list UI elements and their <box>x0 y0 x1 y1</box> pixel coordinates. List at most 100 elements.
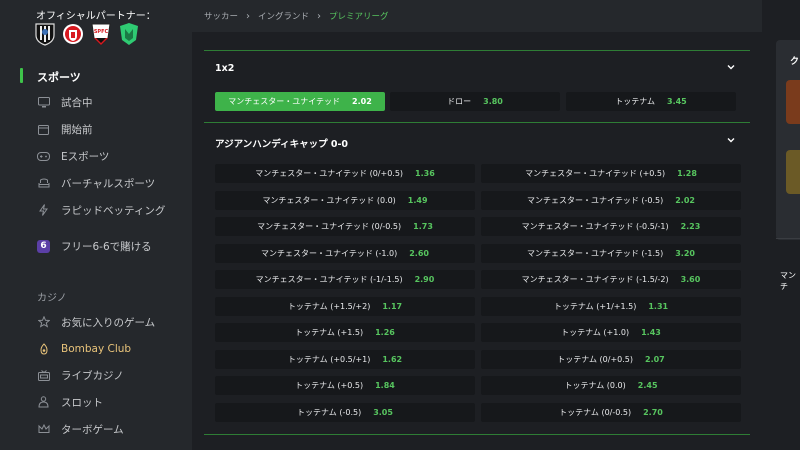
sidebar-item-label: お気に入りのゲーム <box>61 316 156 329</box>
gamepad-icon <box>37 150 50 163</box>
odds-button-draw[interactable]: ドロー 3.80 <box>390 92 560 111</box>
sidebar-item-live[interactable]: 試合中 <box>0 91 192 113</box>
odds-label: マンチェスター・ユナイテッド (+0.5) <box>525 169 666 178</box>
odds-button-asian-left[interactable]: トッテナム (-0.5) 3.05 <box>215 402 475 422</box>
odds-button-asian-left[interactable]: トッテナム (+0.5/+1) 1.62 <box>215 349 475 369</box>
sidebar-item-free-six[interactable]: 6 フリー6-6で賭ける <box>0 235 192 257</box>
divider <box>204 50 750 51</box>
sidebar-item-slots[interactable]: スロット <box>0 391 192 413</box>
market-1x2-header[interactable]: 1x2 <box>204 59 750 81</box>
odds-label: マンチェスター・ユナイテッド (-1.5/-2) <box>521 275 669 284</box>
odds-value: 1.26 <box>375 328 395 337</box>
sidebar-item-virtual[interactable]: バーチャルスポーツ <box>0 172 192 194</box>
sidebar-item-live-casino[interactable]: ライブカジノ <box>0 364 192 386</box>
odds-button-asian-right[interactable]: トッテナム (+1.0) 1.43 <box>481 323 741 342</box>
odds-button-asian-right[interactable]: マンチェスター・ユナイテッド (-1.5) 3.20 <box>481 243 741 263</box>
odds-value: 1.62 <box>382 354 403 364</box>
calendar-icon <box>37 123 50 136</box>
odds-button-asian-left[interactable]: マンチェスター・ユナイテッド (-1.0) 2.60 <box>215 243 475 263</box>
chevron-down-icon <box>727 65 735 70</box>
odds-label: マンチェスター・ユナイテッド (0.0) <box>262 195 396 205</box>
odds-label: トッテナム (+1.5) <box>295 328 364 337</box>
odds-label: トッテナム <box>615 97 655 106</box>
odds-label: トッテナム (-0.5) <box>297 407 362 417</box>
six-badge: 6 <box>37 239 50 253</box>
odds-value: 3.60 <box>680 275 701 284</box>
odds-label: トッテナム (+1.0) <box>561 328 630 337</box>
odds-button-asian-left[interactable]: マンチェスター・ユナイテッド (0.0) 1.49 <box>215 190 475 210</box>
partner-logos: SPFC <box>34 22 140 46</box>
main-content: サッカー › イングランド › プレミアリーグ 1x2 マンチェスター・ユナイテ… <box>192 0 762 450</box>
odds-value: 1.31 <box>648 301 669 311</box>
odds-value: 2.02 <box>675 195 695 205</box>
invictus-logo[interactable] <box>118 22 140 46</box>
odds-button-asian-right[interactable]: トッテナム (0.0) 2.45 <box>481 376 741 395</box>
lightning-icon <box>37 204 50 217</box>
breadcrumb-separator-icon: › <box>246 10 251 22</box>
odds-button-asian-left[interactable]: マンチェスター・ユナイテッド (0/-0.5) 1.73 <box>215 217 475 236</box>
sidebar-item-favorites[interactable]: お気に入りのゲーム <box>0 311 192 333</box>
sidebar-item-rapid[interactable]: ラピッドベッティング <box>0 199 192 221</box>
odds-button-away[interactable]: トッテナム 3.45 <box>566 92 736 111</box>
odds-button-asian-left[interactable]: トッテナム (+1.5/+2) 1.17 <box>215 296 475 316</box>
odds-button-home[interactable]: マンチェスター・ユナイテッド 2.02 <box>215 92 385 111</box>
odds-button-asian-right[interactable]: トッテナム (+1/+1.5) 1.31 <box>481 296 741 316</box>
odds-value: 3.45 <box>667 97 687 106</box>
sidebar-item-label: ターボゲーム <box>61 423 124 436</box>
six-badge-icon: 6 <box>37 239 50 253</box>
club-icon <box>37 343 50 356</box>
odds-label: トッテナム (0/+0.5) <box>557 354 633 364</box>
sidebar-item-label: ラピッドベッティング <box>61 204 166 217</box>
odds-label: トッテナム (+1/+1.5) <box>553 301 637 311</box>
odds-button-asian-right[interactable]: トッテナム (0/+0.5) 2.07 <box>481 349 741 369</box>
sidebar-item-upcoming[interactable]: 開始前 <box>0 118 192 140</box>
odds-button-asian-right[interactable]: マンチェスター・ユナイテッド (-0.5/-1) 2.23 <box>481 217 741 236</box>
odds-label: トッテナム (+0.5/+1) <box>287 354 371 364</box>
sidebar-item-label: ライブカジノ <box>61 369 124 382</box>
right-panel-text: マンチ <box>780 271 796 291</box>
promo-thumbnail[interactable] <box>786 150 800 194</box>
breadcrumb-item[interactable]: イングランド <box>258 10 309 22</box>
odds-value: 1.43 <box>641 328 661 337</box>
sidebar: オフィシャルパートナー： SPFC スポーツ 試合中 開始前 Eスポーツ バーチ… <box>0 0 192 450</box>
active-indicator <box>20 68 23 83</box>
odds-button-asian-right[interactable]: マンチェスター・ユナイテッド (-1.5/-2) 3.60 <box>481 270 741 289</box>
couch-icon <box>37 177 50 190</box>
odds-label: トッテナム (0.0) <box>564 381 626 390</box>
sidebar-item-esports[interactable]: Eスポーツ <box>0 145 192 167</box>
odds-value: 1.49 <box>407 195 428 205</box>
sao-paulo-logo[interactable]: SPFC <box>90 22 112 46</box>
odds-value: 3.05 <box>373 407 393 417</box>
sidebar-item-label: フリー6-6で賭ける <box>61 240 152 253</box>
promo-thumbnail[interactable] <box>786 80 800 124</box>
odds-label: マンチェスター・ユナイテッド (-1.0) <box>261 248 398 258</box>
chevron-down-icon <box>727 138 735 143</box>
page: オフィシャルパートナー： SPFC スポーツ 試合中 開始前 Eスポーツ バーチ… <box>0 0 800 450</box>
breadcrumb-item[interactable]: サッカー <box>204 10 238 22</box>
sports-nav-section[interactable]: スポーツ <box>0 66 192 86</box>
sidebar-item-turbo[interactable]: ターボゲーム <box>0 418 192 440</box>
right-panel: ク マンチ <box>762 0 800 450</box>
odds-label: マンチェスター・ユナイテッド <box>228 97 341 106</box>
odds-button-asian-left[interactable]: マンチェスター・ユナイテッド (-1/-1.5) 2.90 <box>215 270 475 289</box>
sidebar-item-label: Eスポーツ <box>61 150 110 163</box>
sidebar-item-bombay-club[interactable]: Bombay Club <box>0 338 192 360</box>
breadcrumb-current: プレミアリーグ <box>329 12 389 22</box>
odds-label: マンチェスター・ユナイテッド (-0.5) <box>527 195 664 205</box>
odds-button-asian-right[interactable]: マンチェスター・ユナイテッド (-0.5) 2.02 <box>481 190 741 210</box>
odds-button-asian-right[interactable]: トッテナム (0/-0.5) 2.70 <box>481 402 741 422</box>
market-asian-header[interactable]: アジアンハンディキャップ 0-0 <box>204 132 750 154</box>
southampton-logo[interactable] <box>62 22 84 46</box>
odds-button-asian-right[interactable]: マンチェスター・ユナイテッド (+0.5) 1.28 <box>481 164 741 183</box>
newcastle-logo[interactable] <box>34 22 56 46</box>
odds-button-asian-left[interactable]: トッテナム (+1.5) 1.26 <box>215 323 475 342</box>
odds-button-asian-left[interactable]: マンチェスター・ユナイテッド (0/+0.5) 1.36 <box>215 164 475 183</box>
sidebar-item-label: バーチャルスポーツ <box>61 177 156 190</box>
crown-icon <box>37 423 50 436</box>
odds-button-asian-left[interactable]: トッテナム (+0.5) 1.84 <box>215 376 475 395</box>
star-icon <box>37 316 50 329</box>
odds-value: 1.28 <box>677 169 697 178</box>
odds-value: 2.90 <box>414 275 435 284</box>
odds-label: マンチェスター・ユナイテッド (-0.5/-1) <box>521 222 669 231</box>
odds-value: 2.45 <box>637 381 658 390</box>
